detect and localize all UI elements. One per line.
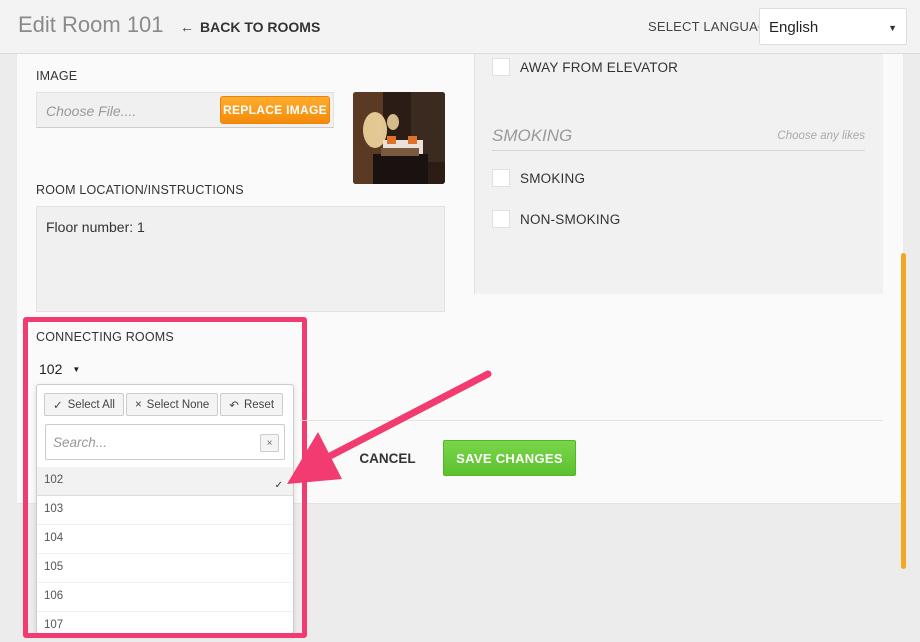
page-scrollbar[interactable] — [901, 253, 906, 569]
annotation-arrow — [287, 370, 492, 484]
